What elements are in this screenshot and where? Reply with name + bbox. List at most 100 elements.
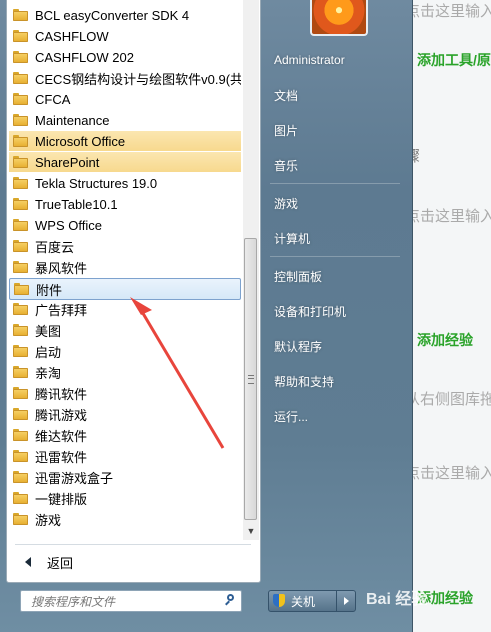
folder-icon	[13, 408, 28, 420]
start-menu: BCL easyConverter SDK 4 CASHFLOW CASHFLOW …	[0, 0, 413, 632]
program-item-label: CFCA	[35, 91, 71, 107]
shield-icon	[273, 594, 285, 608]
program-item[interactable]: 启动	[9, 341, 241, 361]
right-menu-item[interactable]: 游戏	[262, 189, 408, 217]
program-item[interactable]: 广告拜拜	[9, 299, 241, 319]
folder-icon	[13, 345, 28, 357]
folder-icon	[13, 303, 28, 315]
program-item[interactable]: 美图	[9, 320, 241, 340]
background-text-3: 点击这里输入	[405, 208, 491, 225]
program-item-label: Microsoft Office	[35, 133, 126, 149]
program-item[interactable]: 一键排版	[9, 488, 241, 508]
background-text-1: 添加工具/原	[417, 52, 491, 68]
scroll-down-icon[interactable]: ▼	[244, 524, 258, 538]
background-text-0: 点击这里输入	[405, 3, 491, 20]
folder-icon	[13, 219, 28, 231]
program-item-label: 腾讯游戏	[35, 407, 88, 423]
program-item-label: TrueTable10.1	[35, 196, 118, 212]
right-menu-item[interactable]: 控制面板	[262, 262, 408, 290]
folder-icon	[13, 429, 28, 441]
program-item[interactable]: 游戏	[9, 509, 241, 529]
right-menu-item[interactable]: 文档	[262, 81, 408, 109]
right-menu-item[interactable]: 计算机	[262, 224, 408, 252]
program-item[interactable]: 腾讯软件	[9, 383, 241, 403]
program-item[interactable]: 迅雷游戏盒子	[9, 467, 241, 487]
program-item[interactable]: 维达软件	[9, 425, 241, 445]
right-menu-separator	[270, 256, 400, 257]
program-item[interactable]: SharePoint	[9, 152, 241, 172]
program-item[interactable]: TrueTable10.1	[9, 194, 241, 214]
background-text-6: 点击这里输入	[405, 465, 491, 482]
program-item-label: 百度云	[35, 239, 75, 255]
program-item[interactable]: 亲淘	[9, 362, 241, 382]
search-input[interactable]	[29, 591, 223, 613]
program-item-label: 腾讯软件	[35, 386, 88, 402]
folder-icon	[13, 9, 28, 21]
program-item[interactable]: 迅雷软件	[9, 446, 241, 466]
program-item[interactable]: 腾讯游戏	[9, 404, 241, 424]
program-list-scrollbar[interactable]: ▼	[243, 0, 259, 540]
right-menu-item[interactable]: 运行...	[262, 402, 408, 430]
program-item[interactable]: WPS Office	[9, 215, 241, 235]
program-item-label: 迅雷软件	[35, 449, 88, 465]
program-item-label: CASHFLOW 202	[35, 49, 134, 65]
back-button[interactable]: 返回	[15, 551, 251, 573]
program-list: BCL easyConverter SDK 4 CASHFLOW CASHFLOW …	[7, 0, 241, 540]
right-menu-item[interactable]: 图片	[262, 116, 408, 144]
program-item-label: 迅雷游戏盒子	[35, 470, 114, 486]
folder-icon	[13, 471, 28, 483]
folder-icon	[13, 93, 28, 105]
right-menu-item[interactable]: 默认程序	[262, 332, 408, 360]
program-item-label: WPS Office	[35, 217, 102, 233]
right-menu-item[interactable]: 设备和打印机	[262, 297, 408, 325]
shutdown-button[interactable]: 关机	[269, 591, 336, 611]
folder-icon	[13, 135, 28, 147]
program-item-label: BCL easyConverter SDK 4	[35, 7, 190, 23]
program-item-label: 附件	[36, 282, 63, 298]
program-item-label: Maintenance	[35, 112, 110, 128]
program-item-label: CECS钢结构设计与绘图软件v0.9(共享版	[35, 71, 241, 87]
folder-icon	[13, 114, 28, 126]
folder-icon	[13, 324, 28, 336]
shutdown-label: 关机	[291, 594, 316, 609]
user-avatar[interactable]	[310, 0, 368, 36]
shutdown-button-group: 关机	[268, 590, 356, 612]
folder-icon	[13, 177, 28, 189]
program-item-label: 游戏	[35, 512, 62, 528]
program-item-label: 美图	[35, 323, 62, 339]
shutdown-options-button[interactable]	[336, 591, 355, 611]
program-item[interactable]: Maintenance	[9, 110, 241, 130]
folder-icon	[13, 366, 28, 378]
folder-icon	[13, 261, 28, 273]
folder-icon	[13, 51, 28, 63]
program-item[interactable]: BCL easyConverter SDK 4	[9, 5, 241, 25]
folder-icon	[13, 450, 28, 462]
folder-icon	[13, 387, 28, 399]
folder-icon	[13, 513, 28, 525]
search-icon[interactable]	[225, 594, 235, 604]
folder-icon	[13, 198, 28, 210]
program-item[interactable]: Tekla Structures 19.0	[9, 173, 241, 193]
program-item-label: 亲淘	[35, 365, 62, 381]
grip-icon	[248, 375, 254, 384]
program-item[interactable]: CASHFLOW	[9, 26, 241, 46]
right-menu-item[interactable]: 音乐	[262, 151, 408, 179]
program-item[interactable]: 附件	[9, 278, 241, 300]
program-item[interactable]: CASHFLOW 202	[9, 47, 241, 67]
program-item-label: 启动	[35, 344, 62, 360]
program-item[interactable]: CFCA	[9, 89, 241, 109]
program-item[interactable]: Microsoft Office	[9, 131, 241, 151]
program-item-label: 一键排版	[35, 491, 88, 507]
scrollbar-thumb[interactable]	[244, 238, 257, 520]
program-item[interactable]: 暴风软件	[9, 257, 241, 277]
right-menu-item[interactable]: Administrator	[262, 46, 408, 74]
folder-icon	[13, 156, 28, 168]
program-item-label: SharePoint	[35, 154, 100, 170]
search-box[interactable]	[20, 590, 242, 613]
program-item-label: 广告拜拜	[35, 302, 88, 318]
program-item[interactable]: CECS钢结构设计与绘图软件v0.9(共享版	[9, 68, 241, 88]
program-item[interactable]: 百度云	[9, 236, 241, 256]
right-menu-item[interactable]: 帮助和支持	[262, 367, 408, 395]
baidu-watermark: Bai 经验	[366, 591, 428, 608]
folder-icon	[13, 72, 28, 84]
